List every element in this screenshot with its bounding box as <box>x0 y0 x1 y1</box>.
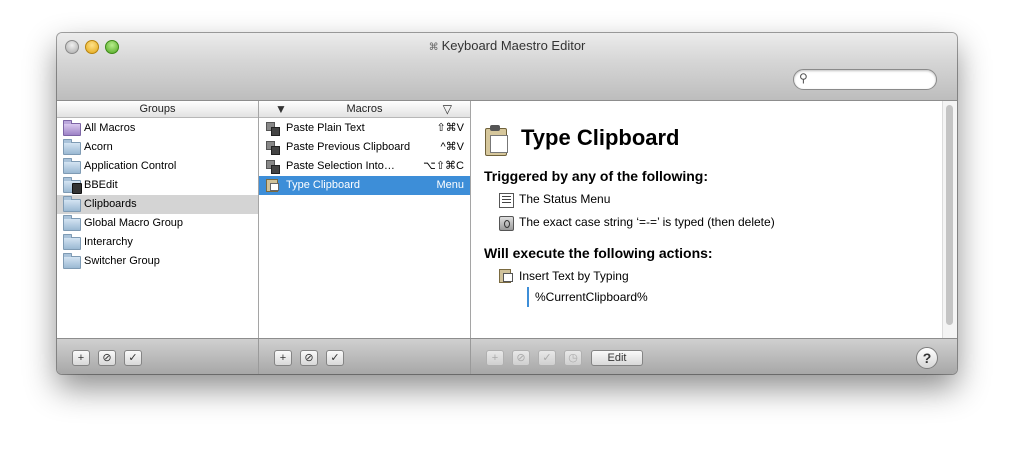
folder-icon <box>63 234 81 250</box>
triggers-heading: Triggered by any of the following: <box>484 168 709 184</box>
macro-row-paste-plain-text[interactable]: Paste Plain Text ⇧⌘V <box>259 119 470 138</box>
macro-title[interactable]: Type Clipboard <box>521 125 680 151</box>
groups-pane: Groups All Macros Acorn Application Cont… <box>57 101 259 338</box>
group-row-switcher-group[interactable]: Switcher Group <box>57 252 258 271</box>
scrollbar-thumb[interactable] <box>946 105 953 325</box>
macro-row-type-clipboard[interactable]: Type Clipboard Menu <box>259 176 470 195</box>
disable-icon: ⊘ <box>102 352 112 364</box>
action-insert-text-by-typing[interactable]: Insert Text by Typing <box>519 269 629 283</box>
add-icon: + <box>77 352 85 364</box>
groups-list: All Macros Acorn Application Control BBE… <box>57 119 258 271</box>
insert-text-icon <box>499 269 513 283</box>
actions-heading: Will execute the following actions: <box>484 245 713 261</box>
folder-icon <box>63 253 81 269</box>
title-bar: ⌘ Keyboard Maestro Editor ⚲ <box>57 33 957 101</box>
macro-shortcut: Menu <box>436 179 464 191</box>
group-row-acorn[interactable]: Acorn <box>57 138 258 157</box>
search-field[interactable]: ⚲ <box>793 69 937 90</box>
edit-button[interactable]: Edit <box>591 350 643 366</box>
status-menu-icon <box>499 193 514 208</box>
add-icon: + <box>491 352 499 364</box>
group-row-application-control[interactable]: Application Control <box>57 157 258 176</box>
macro-icon <box>266 160 280 174</box>
clipboard-icon[interactable] <box>485 125 509 156</box>
timer-button[interactable]: ◷ <box>564 350 582 366</box>
macro-detail-pane: Type Clipboard Triggered by any of the f… <box>471 101 957 338</box>
macro-row-paste-selection-into[interactable]: Paste Selection Into… ⌥⇧⌘C <box>259 157 470 176</box>
bbedit-folder-icon <box>63 177 82 194</box>
sort-toggle-icon[interactable]: ▽ <box>443 101 452 118</box>
help-button[interactable]: ? <box>916 347 938 369</box>
document-icon: ⌘ <box>428 42 439 53</box>
typed-string-icon <box>499 216 514 231</box>
groups-column-header[interactable]: Groups <box>57 101 258 118</box>
editor-window: ⌘ Keyboard Maestro Editor ⚲ Groups All Ma… <box>57 33 957 374</box>
checkmark-icon: ✓ <box>542 352 552 364</box>
enable-action-button[interactable]: ✓ <box>538 350 556 366</box>
clock-icon: ◷ <box>568 352 578 364</box>
trigger-status-menu[interactable]: The Status Menu <box>519 192 610 206</box>
add-action-button[interactable]: + <box>486 350 504 366</box>
action-text-value[interactable]: %CurrentClipboard% <box>527 287 648 307</box>
trigger-typed-string[interactable]: The exact case string ‘=-=’ is typed (th… <box>519 215 775 229</box>
enable-macro-button[interactable]: ✓ <box>326 350 344 366</box>
macro-icon <box>266 122 280 136</box>
macros-column-header[interactable]: ▼ Macros ▽ <box>259 101 470 118</box>
checkmark-icon: ✓ <box>330 352 340 364</box>
folder-icon <box>63 215 81 231</box>
pane-divider <box>258 339 259 374</box>
window-title: ⌘ Keyboard Maestro Editor <box>428 38 586 53</box>
folder-icon <box>63 158 81 174</box>
checkmark-icon: ✓ <box>128 352 138 364</box>
macros-list: Paste Plain Text ⇧⌘V Paste Previous Clip… <box>259 119 470 195</box>
macro-row-paste-previous-clipboard[interactable]: Paste Previous Clipboard ^⌘V <box>259 138 470 157</box>
group-row-interarchy[interactable]: Interarchy <box>57 233 258 252</box>
add-macro-button[interactable]: + <box>274 350 292 366</box>
sort-descending-icon[interactable]: ▼ <box>275 101 287 118</box>
group-row-bbedit[interactable]: BBEdit <box>57 176 258 195</box>
macro-icon <box>266 141 280 155</box>
folder-icon <box>63 139 81 155</box>
macro-shortcut: ⌥⇧⌘C <box>423 160 464 172</box>
disable-macro-button[interactable]: ⊘ <box>300 350 318 366</box>
detail-scrollbar[interactable] <box>942 101 957 338</box>
disable-icon: ⊘ <box>516 352 526 364</box>
pane-divider <box>470 339 471 374</box>
add-icon: + <box>279 352 287 364</box>
disable-group-button[interactable]: ⊘ <box>98 350 116 366</box>
question-mark-icon: ? <box>922 350 932 366</box>
search-icon: ⚲ <box>799 71 808 85</box>
purple-folder-icon <box>63 120 81 136</box>
enable-group-button[interactable]: ✓ <box>124 350 142 366</box>
macros-pane: ▼ Macros ▽ Paste Plain Text ⇧⌘V Paste Pr… <box>259 101 471 338</box>
disable-action-button[interactable]: ⊘ <box>512 350 530 366</box>
search-input[interactable] <box>816 72 932 88</box>
macro-shortcut: ^⌘V <box>440 141 465 153</box>
bottom-toolbar: + ⊘ ✓ + ⊘ ✓ + ⊘ ✓ ◷ Edit ? <box>57 338 957 374</box>
folder-icon <box>63 196 81 212</box>
clipboard-macro-icon <box>266 179 280 192</box>
add-group-button[interactable]: + <box>72 350 90 366</box>
macro-shortcut: ⇧⌘V <box>436 122 464 134</box>
group-row-global-macro-group[interactable]: Global Macro Group <box>57 214 258 233</box>
group-row-clipboards[interactable]: Clipboards <box>57 195 258 214</box>
group-row-all-macros[interactable]: All Macros <box>57 119 258 138</box>
disable-icon: ⊘ <box>304 352 314 364</box>
